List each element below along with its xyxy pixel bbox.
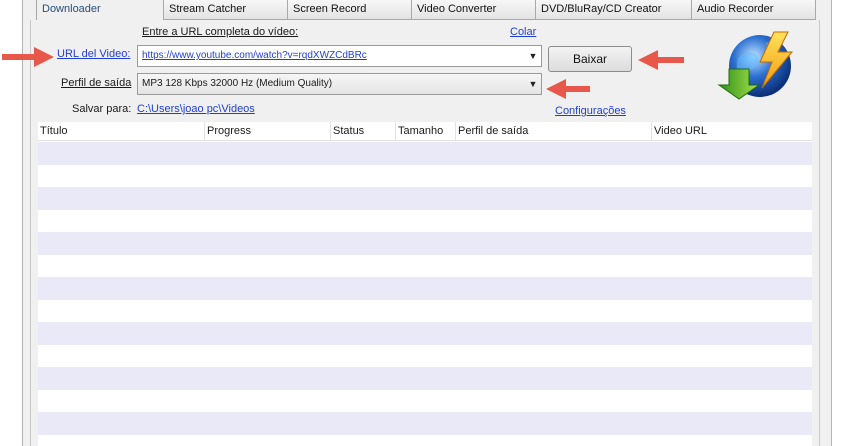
url-prompt: Entre a URL completa do vídeo: — [142, 26, 299, 38]
arrow-annotation-icon — [2, 47, 54, 67]
tab-downloader[interactable]: Downloader — [36, 0, 164, 21]
table-row — [38, 210, 812, 233]
paste-link[interactable]: Colar — [510, 26, 536, 38]
url-value: https://www.youtube.com/watch?v=rqdXWZCd… — [142, 50, 367, 61]
profile-label: Perfil de saída — [61, 77, 132, 89]
tab-video-converter[interactable]: Video Converter — [411, 0, 536, 20]
settings-link[interactable]: Configurações — [555, 105, 626, 117]
arrow-annotation-icon — [638, 50, 684, 70]
save-label: Salvar para: — [72, 103, 132, 115]
table-row — [38, 277, 812, 300]
column-progress[interactable]: Progress — [205, 122, 331, 141]
url-label[interactable]: URL del Video: — [57, 48, 130, 60]
tab-label: Downloader — [42, 3, 101, 15]
globe-download-lightning-icon — [717, 31, 794, 100]
table-header: Título Progress Status Tamanho Perfil de… — [38, 122, 812, 141]
table-row — [38, 322, 812, 345]
column-status[interactable]: Status — [331, 122, 396, 141]
tab-label: Stream Catcher — [169, 3, 247, 15]
url-input[interactable]: https://www.youtube.com/watch?v=rqdXWZCd… — [137, 45, 542, 67]
table-row — [38, 435, 812, 446]
tab-dvd-creator[interactable]: DVD/BluRay/CD Creator — [535, 0, 692, 20]
chevron-down-icon[interactable]: ▼ — [525, 46, 541, 66]
table-row — [38, 255, 812, 278]
column-size[interactable]: Tamanho — [396, 122, 456, 141]
table-row — [38, 390, 812, 413]
table-row — [38, 187, 812, 210]
table-row — [38, 142, 812, 165]
table-row — [38, 412, 812, 435]
table-row — [38, 367, 812, 390]
tab-screen-record[interactable]: Screen Record — [287, 0, 412, 20]
profile-value: MP3 128 Kbps 32000 Hz (Medium Quality) — [142, 78, 333, 89]
table-row — [38, 232, 812, 255]
column-video-url[interactable]: Video URL — [652, 122, 812, 141]
table-row — [38, 300, 812, 323]
tab-label: DVD/BluRay/CD Creator — [541, 3, 662, 15]
column-profile[interactable]: Perfil de saída — [456, 122, 652, 141]
table-row — [38, 345, 812, 368]
tab-label: Screen Record — [293, 3, 367, 15]
table-row — [38, 165, 812, 188]
tab-stream-catcher[interactable]: Stream Catcher — [163, 0, 288, 20]
column-title[interactable]: Título — [38, 122, 205, 141]
arrow-annotation-icon — [546, 79, 590, 99]
download-button[interactable]: Baixar — [548, 46, 632, 72]
profile-select[interactable]: MP3 128 Kbps 32000 Hz (Medium Quality) ▼ — [137, 73, 542, 95]
save-path-link[interactable]: C:\Users\joao pc\Videos — [137, 103, 255, 115]
downloads-table[interactable]: Título Progress Status Tamanho Perfil de… — [38, 122, 812, 446]
tab-audio-recorder[interactable]: Audio Recorder — [691, 0, 816, 20]
chevron-down-icon[interactable]: ▼ — [525, 74, 541, 94]
tab-label: Audio Recorder — [697, 3, 774, 15]
tab-label: Video Converter — [417, 3, 497, 15]
